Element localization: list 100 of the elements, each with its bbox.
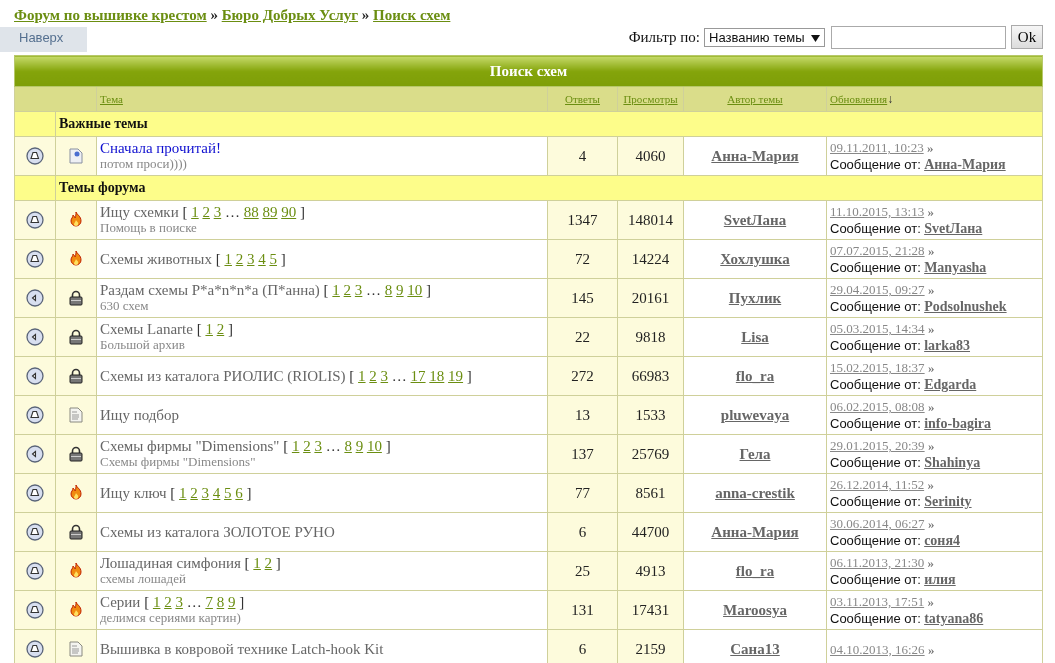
user-link[interactable]: илия xyxy=(924,572,956,587)
filter-field[interactable] xyxy=(831,25,1006,49)
user-link[interactable]: info-bagira xyxy=(924,416,991,431)
author-link[interactable]: SvetЛана xyxy=(723,211,787,228)
page-link[interactable]: 17 xyxy=(410,368,426,384)
page-link[interactable]: 1 xyxy=(191,204,199,220)
column-sort-link[interactable]: Обновления xyxy=(830,92,888,105)
date-link[interactable]: 05.03.2015, 14:34 xyxy=(830,321,925,336)
go-to-last-post-link[interactable]: » xyxy=(927,477,934,492)
topic-title-link[interactable]: Раздам схемы P*a*n*n*a (П*анна) xyxy=(100,282,320,298)
topic-title-link[interactable]: Схемы животных xyxy=(100,251,212,267)
page-link[interactable]: 2 xyxy=(202,204,210,220)
page-link[interactable]: 9 xyxy=(355,438,364,454)
page-link[interactable]: 1 xyxy=(253,555,261,571)
page-link[interactable]: 8 xyxy=(216,594,225,610)
author-link[interactable]: Lisa xyxy=(741,328,769,345)
page-link[interactable]: 3 xyxy=(246,251,255,267)
page-link[interactable]: 1 xyxy=(291,438,300,454)
page-link[interactable]: 1 xyxy=(152,594,161,610)
date-link[interactable]: 11.10.2015, 13:13 xyxy=(830,204,925,219)
user-link[interactable]: Manyasha xyxy=(924,260,987,275)
topic-title-link[interactable]: Ищу ключ xyxy=(100,485,167,501)
date-link[interactable]: 15.02.2015, 18:37 xyxy=(830,360,925,375)
author-link[interactable]: Хохлушка xyxy=(720,250,790,267)
topic-title-link[interactable]: Схемы Lanarte xyxy=(100,321,193,337)
author-link[interactable]: Maroosya xyxy=(723,601,787,618)
go-to-last-post-link[interactable]: » xyxy=(927,321,935,336)
page-link[interactable]: 3 xyxy=(314,438,322,454)
author-link[interactable]: Анна-Мария xyxy=(711,147,799,164)
author-link[interactable]: Пухлик xyxy=(728,289,782,306)
user-link[interactable]: Serinity xyxy=(924,494,972,509)
date-link[interactable]: 09.11.2011, 10:23 xyxy=(830,140,924,155)
date-link[interactable]: 30.06.2014, 06:27 xyxy=(830,516,925,531)
page-link[interactable]: 5 xyxy=(224,485,232,501)
topic-title-link[interactable]: Ищу схемки xyxy=(100,204,179,220)
go-to-last-post-link[interactable]: » xyxy=(927,204,934,219)
page-link[interactable]: 9 xyxy=(396,282,404,298)
date-link[interactable]: 04.10.2013, 16:26 xyxy=(830,641,925,657)
page-link[interactable]: 1 xyxy=(332,282,340,298)
page-link[interactable]: 2 xyxy=(190,485,198,501)
user-link[interactable]: Shahinya xyxy=(924,455,981,470)
topic-title-link[interactable]: Схемы из каталога РИОЛИС (RIOLIS) xyxy=(100,368,346,384)
page-link[interactable]: 2 xyxy=(216,321,225,337)
page-link[interactable]: 1 xyxy=(358,368,366,384)
topic-title-link[interactable]: Серии xyxy=(100,594,141,610)
page-link[interactable]: 4 xyxy=(212,485,221,501)
user-link[interactable]: соня4 xyxy=(924,533,960,548)
topic-title-link[interactable]: Схемы фирмы "Dimensions" xyxy=(100,438,280,454)
page-link[interactable]: 1 xyxy=(179,485,187,501)
page-link[interactable]: 8 xyxy=(384,282,393,298)
topic-title-link[interactable]: Сначала прочитай! xyxy=(100,140,221,156)
go-to-last-post-link[interactable]: » xyxy=(927,641,935,657)
breadcrumb-link[interactable]: Бюро Добрых Услуг xyxy=(221,7,359,23)
page-link[interactable]: 9 xyxy=(227,594,236,610)
go-to-last-post-link[interactable]: » xyxy=(927,360,935,375)
author-link[interactable]: Гела xyxy=(739,445,771,462)
page-link[interactable]: 2 xyxy=(369,368,377,384)
user-link[interactable]: Edgarda xyxy=(924,377,977,392)
go-to-last-post-link[interactable]: » xyxy=(927,243,935,258)
page-link[interactable]: 88 xyxy=(243,204,259,220)
page-link[interactable]: 3 xyxy=(354,282,363,298)
page-link[interactable]: 19 xyxy=(448,368,464,384)
author-link[interactable]: Сана13 xyxy=(730,640,780,657)
column-sort-link[interactable]: Просмотры xyxy=(623,93,678,105)
topic-title-link[interactable]: Вышивка в ковровой технике Latch-hook Kit xyxy=(100,641,384,657)
user-link[interactable]: larka83 xyxy=(924,338,970,353)
page-link[interactable]: 10 xyxy=(366,438,382,454)
go-to-last-post-link[interactable]: » xyxy=(927,438,935,453)
go-to-last-post-link[interactable]: » xyxy=(927,516,935,531)
go-to-last-post-link[interactable]: » xyxy=(926,140,934,155)
page-link[interactable]: 3 xyxy=(213,204,222,220)
go-to-last-post-link[interactable]: » xyxy=(927,282,935,297)
page-link[interactable]: 2 xyxy=(303,438,311,454)
topic-title-link[interactable]: Лошадиная симфония xyxy=(100,555,241,571)
page-link[interactable]: 3 xyxy=(201,485,210,501)
go-to-last-post-link[interactable]: » xyxy=(927,555,934,570)
topic-title-link[interactable]: Схемы из каталога ЗОЛОТОЕ РУНО xyxy=(100,524,335,540)
page-link[interactable]: 90 xyxy=(281,204,297,220)
user-link[interactable]: Podsolnushek xyxy=(924,299,1007,314)
date-link[interactable]: 03.11.2013, 17:51 xyxy=(830,594,925,609)
page-link[interactable]: 2 xyxy=(235,251,244,267)
user-link[interactable]: tatyana86 xyxy=(924,611,984,626)
breadcrumb-link[interactable]: Поиск схем xyxy=(373,7,451,23)
page-link[interactable]: 10 xyxy=(407,282,423,298)
top-tab[interactable]: Наверх xyxy=(0,27,87,52)
author-link[interactable]: flo_ra xyxy=(735,367,775,384)
breadcrumb-link[interactable]: Форум по вышивке крестом xyxy=(14,7,207,23)
page-link[interactable]: 6 xyxy=(235,485,243,501)
date-link[interactable]: 07.07.2015, 21:28 xyxy=(830,243,925,258)
page-link[interactable]: 3 xyxy=(175,594,183,610)
author-link[interactable]: anna-crestik xyxy=(715,484,795,501)
column-sort-link[interactable]: Тема xyxy=(100,93,123,105)
date-link[interactable]: 06.02.2015, 08:08 xyxy=(830,399,925,414)
author-link[interactable]: Анна-Мария xyxy=(711,523,799,540)
go-to-last-post-link[interactable]: » xyxy=(927,399,935,414)
date-link[interactable]: 26.12.2014, 11:52 xyxy=(830,477,925,492)
page-link[interactable]: 18 xyxy=(429,368,445,384)
page-link[interactable]: 3 xyxy=(380,368,389,384)
page-link[interactable]: 4 xyxy=(258,251,266,267)
page-link[interactable]: 1 xyxy=(224,251,232,267)
